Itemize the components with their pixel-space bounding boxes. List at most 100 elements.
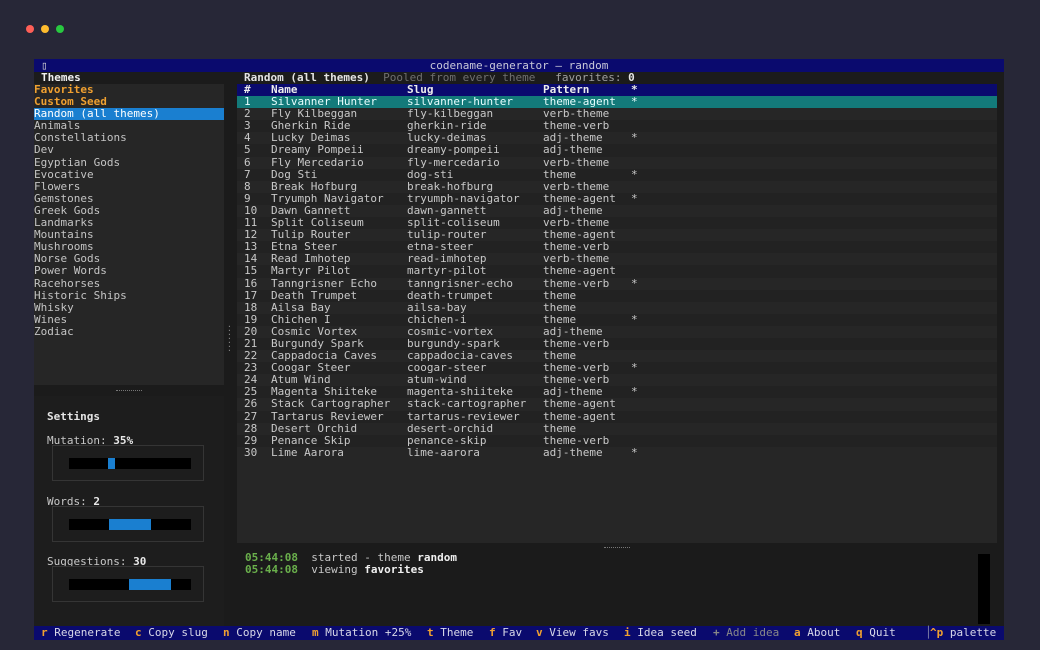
row-name: Dreamy Pompeii <box>271 143 364 157</box>
mutation-slider-handle[interactable] <box>108 458 115 469</box>
table-row[interactable]: 16 Tanngrisner Echo tanngrisner-echo theme-… <box>237 276 997 290</box>
sidebar-item[interactable]: Egyptian Gods <box>34 156 224 169</box>
current-theme: Random (all themes) <box>244 71 370 84</box>
key-t-binding[interactable]: t Theme <box>427 626 473 640</box>
table-row[interactable]: 9 Tryumph Navigator tryumph-navigator theme… <box>237 192 997 205</box>
table-row[interactable]: 17 Death Trumpet death-trumpet theme <box>237 288 997 302</box>
sidebar-resize-handle[interactable] <box>116 390 142 391</box>
row-favorite: * <box>631 361 638 375</box>
row-slug: fly-mercedario <box>407 155 500 169</box>
row-slug: martyr-pilot <box>407 264 487 278</box>
row-name: Fly Mercedario <box>271 155 364 169</box>
key-label: Theme <box>440 626 474 639</box>
key-v-binding[interactable]: v View favs <box>536 626 609 640</box>
table-row[interactable]: 18 Ailsa Bay ailsa-bay theme <box>237 300 997 314</box>
key-q-binding[interactable]: q Quit <box>856 626 896 640</box>
table-row[interactable]: 7 Dog Sti dog-sti theme * <box>237 167 997 181</box>
key-letter: n <box>223 626 230 639</box>
mutation-slider[interactable] <box>52 445 204 481</box>
sidebar-item[interactable]: Whisky <box>34 301 224 314</box>
table-row[interactable]: 13 Etna Steer etna-steer theme-verb <box>237 241 997 254</box>
words-slider-handle[interactable] <box>109 519 151 530</box>
row-pattern: verb-theme <box>543 179 610 193</box>
key-letter: f <box>489 626 496 639</box>
row-number: 7 <box>244 167 251 181</box>
theme-description: Pooled from every theme <box>383 71 536 84</box>
row-number: 28 <box>244 421 258 435</box>
row-name: Tartarus Reviewer <box>271 409 384 423</box>
row-name: Desert Orchid <box>271 421 358 435</box>
log-resize-handle[interactable] <box>604 547 630 548</box>
table-row[interactable]: 26 Stack Cartographer stack-cartographer th… <box>237 398 997 410</box>
log-strong: favorites <box>364 563 424 576</box>
row-favorite: * <box>631 445 638 459</box>
key-m-binding[interactable]: m Mutation +25% <box>312 626 411 640</box>
key-label: Quit <box>869 626 896 639</box>
log-scrollbar[interactable] <box>978 554 990 624</box>
row-name: Dog Sti <box>271 167 318 181</box>
command-palette-binding[interactable]: ^p palette <box>930 626 996 640</box>
sidebar-item[interactable]: Zodiac <box>34 325 224 338</box>
table-row[interactable]: 23 Coogar Steer coogar-steer theme-verb * <box>237 361 997 375</box>
table-row[interactable]: 15 Martyr Pilot martyr-pilot theme-agent <box>237 264 997 278</box>
suggestions-slider-handle[interactable] <box>129 579 171 590</box>
row-slug: tanngrisner-echo <box>407 276 513 290</box>
key-a-binding[interactable]: a About <box>794 626 840 640</box>
key-plus-binding[interactable]: + Add idea <box>713 626 779 640</box>
settings-title: Settings <box>47 410 100 423</box>
row-slug: tartarus-reviewer <box>407 409 520 423</box>
row-favorite: * <box>631 312 638 326</box>
suggestions-slider[interactable] <box>52 566 204 602</box>
table-row[interactable]: 12 Tulip Router tulip-router theme-agent <box>237 229 997 241</box>
row-name: Chichen I <box>271 312 331 326</box>
row-pattern: theme <box>543 300 577 314</box>
sidebar-item[interactable]: Historic Ships <box>34 289 224 302</box>
key-n-binding[interactable]: n Copy name <box>223 626 296 640</box>
row-number: 8 <box>244 179 251 193</box>
row-pattern: theme <box>543 421 577 435</box>
table-row[interactable]: 2 Fly Kilbeggan fly-kilbeggan verb-theme <box>237 108 997 120</box>
maximize-dot[interactable] <box>56 25 64 33</box>
key-c-binding[interactable]: c Copy slug <box>135 626 208 640</box>
table-row[interactable]: 11 Split Coliseum split-coliseum verb-theme <box>237 217 997 230</box>
key-letter: m <box>312 626 319 639</box>
table-row[interactable]: 30 Lime Aarora lime-aarora adj-theme * <box>237 445 997 459</box>
terminal-window: ▯ codename-generator — random Themes Fav… <box>34 59 1004 640</box>
table-row[interactable]: 5 Dreamy Pompeii dreamy-pompeii adj-theme <box>237 143 997 157</box>
sidebar-item[interactable]: Power Words <box>34 265 224 277</box>
sidebar-item[interactable]: Constellations <box>34 132 224 144</box>
minimize-dot[interactable] <box>41 25 49 33</box>
row-number: 26 <box>244 397 258 411</box>
table-row[interactable]: 29 Penance Skip penance-skip theme-verb <box>237 433 997 447</box>
table-row[interactable]: 6 Fly Mercedario fly-mercedario verb-theme <box>237 155 997 169</box>
table-row[interactable]: 3 Gherkin Ride gherkin-ride theme-verb <box>237 120 997 133</box>
words-slider[interactable] <box>52 506 204 542</box>
sidebar-item[interactable]: Dev <box>34 144 224 156</box>
table-row[interactable]: 28 Desert Orchid desert-orchid theme <box>237 421 997 435</box>
vertical-splitter[interactable]: · · · · · · · <box>227 323 232 355</box>
close-dot[interactable] <box>26 25 34 33</box>
log-text: viewing <box>311 563 365 576</box>
key-r-binding[interactable]: r Regenerate <box>41 626 120 640</box>
table-row[interactable]: 27 Tartarus Reviewer tartarus-reviewer them… <box>237 409 997 423</box>
table-row[interactable]: 14 Read Imhotep read-imhotep verb-theme <box>237 253 997 265</box>
row-pattern: theme-agent <box>543 397 616 411</box>
codename-table: # Name Slug Pattern * 1 Silvanner Hunter s… <box>237 84 997 543</box>
key-label: Mutation +25% <box>325 626 412 639</box>
row-slug: penance-skip <box>407 433 487 447</box>
theme-list[interactable]: Favorites Custom Seed Random (all themes) A… <box>34 83 224 385</box>
sidebar-item[interactable]: Racehorses <box>34 277 224 290</box>
key-i-binding[interactable]: i Idea seed <box>624 626 697 640</box>
key-label: Copy slug <box>148 626 208 639</box>
key-f-binding[interactable]: f Fav <box>489 626 522 640</box>
row-name: Penance Skip <box>271 433 351 447</box>
row-pattern: theme <box>543 288 577 302</box>
table-row[interactable]: 22 Cappadocia Caves cappadocia-caves theme <box>237 350 997 362</box>
log-panel: 05:44:08 started - theme random 05:44:08 … <box>237 552 997 624</box>
key-label: Idea seed <box>637 626 697 639</box>
key-bindings-bar: │ r Regenerate c Copy slug n Copy name m Mu… <box>34 626 1004 640</box>
row-number: 6 <box>244 155 251 169</box>
row-pattern: verb-theme <box>543 155 610 169</box>
row-pattern: adj-theme <box>543 445 603 459</box>
sidebar-item[interactable]: Evocative <box>34 168 224 181</box>
